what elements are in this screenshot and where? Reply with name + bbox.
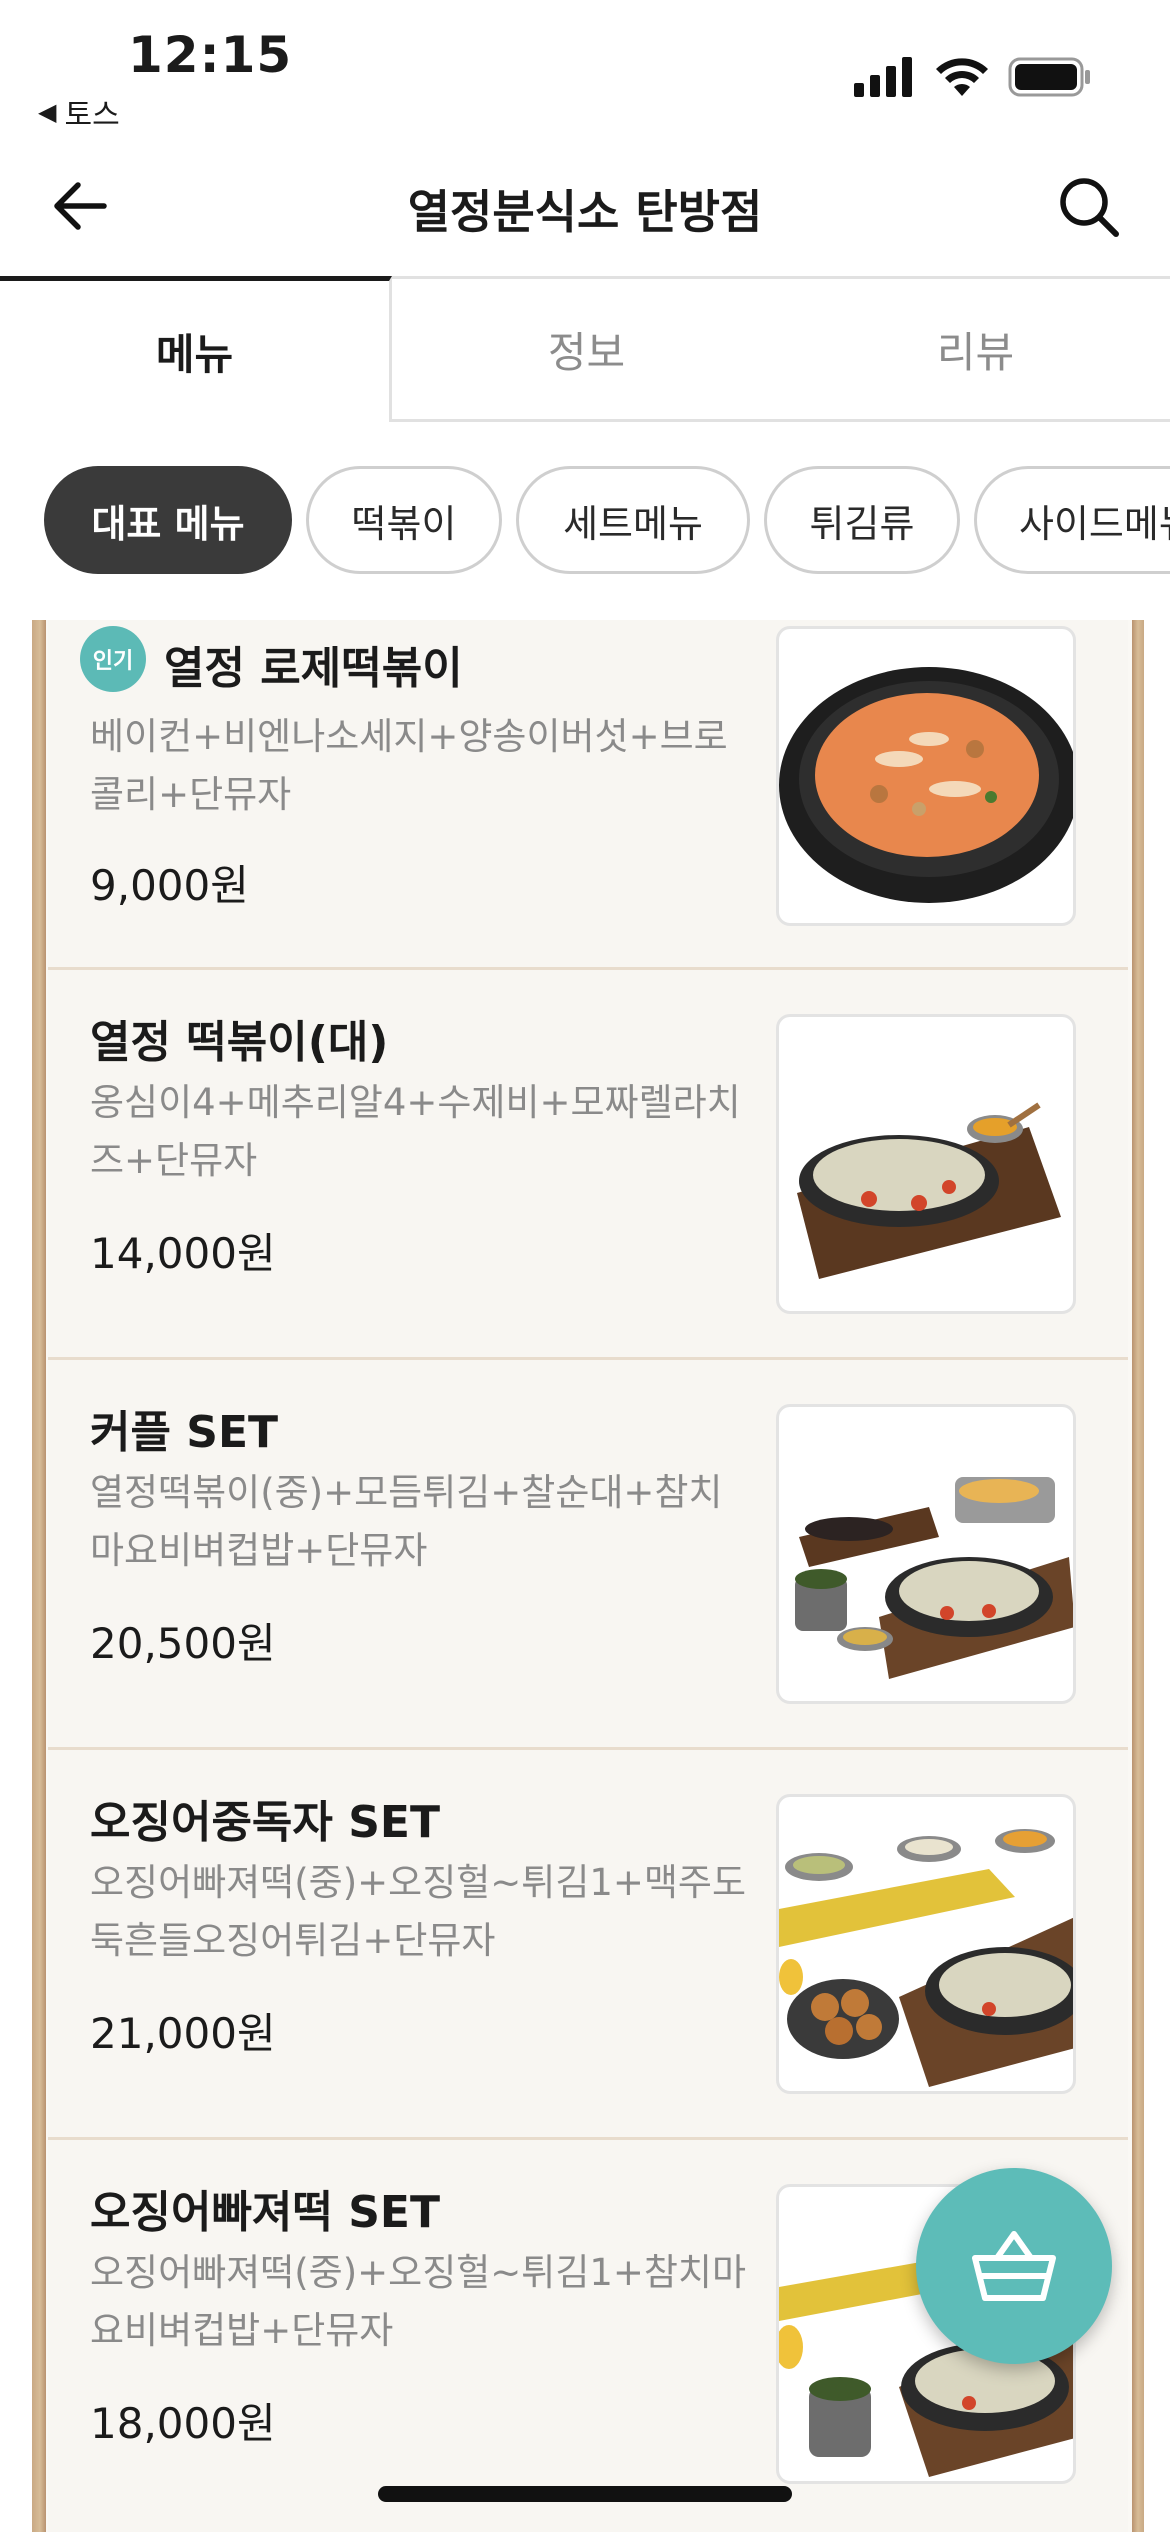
wifi-icon [936, 58, 988, 96]
chip-signature[interactable]: 대표 메뉴 [44, 466, 292, 574]
item-price: 21,000원 [90, 2009, 276, 2058]
item-description-line: 베이컨+비엔나소세지+양송이버섯+브로 [90, 715, 728, 758]
item-photo [776, 1794, 1076, 2094]
popular-badge: 인기 [80, 626, 146, 692]
item-description-line: 즈+단뮤자 [90, 1139, 258, 1182]
back-to-app-link[interactable]: ◀ 토스 [38, 90, 120, 134]
item-price: 18,000원 [90, 2399, 276, 2448]
rose-tteokbokki-photo [779, 667, 1073, 903]
home-indicator[interactable] [378, 2486, 792, 2502]
item-photo [776, 626, 1076, 926]
item-name: 열정 떡볶이(대) [90, 1017, 389, 1068]
item-description: 오징어빠져떡(중)+오징헐~튀김1+참치마 요비벼컵밥+단뮤자 [90, 2244, 780, 2360]
page-title: 열정분식소 탄방점 [407, 185, 763, 239]
item-description-line: 옹심이4+메추리알4+수제비+모짜렐라치 [90, 1081, 741, 1124]
navigation-bar: 열정분식소 탄방점 [0, 140, 1170, 276]
chip-set-menu[interactable]: 세트메뉴 [516, 466, 750, 574]
menu-item[interactable]: 커플 SET 열정떡볶이(중)+모듬튀김+찰순대+참치 마요비벼컵밥+단뮤자 2… [48, 1360, 1128, 1750]
item-description-line: 마요비벼컵밥+단뮤자 [90, 1529, 428, 1572]
item-name: 커플 SET [90, 1407, 279, 1458]
chip-fried[interactable]: 튀김류 [764, 466, 960, 574]
item-description: 오징어빠져떡(중)+오징헐~튀김1+맥주도 둑흔들오징어튀김+단뮤자 [90, 1854, 780, 1970]
status-icons [854, 56, 1092, 98]
item-description-line: 둑흔들오징어튀김+단뮤자 [90, 1919, 496, 1962]
item-description-line: 열정떡볶이(중)+모듬튀김+찰순대+참치 [90, 1471, 723, 1514]
category-chips: 대표 메뉴 떡볶이 세트메뉴 튀김류 사이드메뉴 [44, 466, 1170, 574]
menu-item[interactable]: 오징어중독자 SET 오징어빠져떡(중)+오징헐~튀김1+맥주도 둑흔들오징어튀… [48, 1750, 1128, 2140]
item-name: 오징어빠져떡 SET [90, 2187, 440, 2238]
app-screen: 12:15 ◀ 토스 열정분식소 탄방점 메뉴 정보 리뷰 대표 메뉴 떡볶이 … [0, 0, 1170, 2532]
battery-icon [1008, 57, 1090, 97]
item-description: 옹심이4+메추리알4+수제비+모짜렐라치 즈+단뮤자 [90, 1074, 780, 1190]
tab-info[interactable]: 정보 [392, 276, 781, 422]
menu-item[interactable]: 열정 떡볶이(대) 옹심이4+메추리알4+수제비+모짜렐라치 즈+단뮤자 14,… [48, 970, 1128, 1360]
item-description-line: 오징어빠져떡(중)+오징헐~튀김1+참치마 [90, 2251, 747, 2294]
tab-bar: 메뉴 정보 리뷰 [0, 276, 1170, 422]
back-triangle-icon: ◀ [38, 98, 57, 126]
shopping-basket-icon [972, 2231, 1056, 2301]
item-photo [776, 1014, 1076, 1314]
item-description-line: 요비벼컵밥+단뮤자 [90, 2309, 394, 2352]
search-icon[interactable] [1056, 174, 1122, 240]
couple-set-photo [795, 1477, 1073, 1679]
chip-tteokbokki[interactable]: 떡볶이 [306, 466, 502, 574]
item-name: 열정 로제떡볶이 [164, 643, 463, 694]
tab-reviews[interactable]: 리뷰 [781, 276, 1170, 422]
squid-addict-set-photo [779, 1829, 1073, 2087]
item-description-line: 오징어빠져떡(중)+오징헐~튀김1+맥주도 [90, 1861, 747, 1904]
chip-side-menu[interactable]: 사이드메뉴 [974, 466, 1170, 574]
status-time: 12:15 [128, 26, 293, 84]
item-photo [776, 1404, 1076, 1704]
item-description: 열정떡볶이(중)+모듬튀김+찰순대+참치 마요비벼컵밥+단뮤자 [90, 1464, 780, 1580]
item-price: 14,000원 [90, 1229, 276, 1278]
tteokbokki-large-photo [797, 1102, 1061, 1279]
item-price: 9,000원 [90, 861, 249, 910]
cart-button[interactable] [916, 2168, 1112, 2364]
item-description-line: 콜리+단뮤자 [90, 773, 292, 816]
status-bar: 12:15 ◀ 토스 [0, 0, 1170, 140]
tab-menu[interactable]: 메뉴 [0, 276, 392, 422]
item-description: 베이컨+비엔나소세지+양송이버섯+브로 콜리+단뮤자 [90, 708, 780, 824]
item-price: 20,500원 [90, 1619, 276, 1668]
menu-item[interactable]: 인기 열정 로제떡볶이 베이컨+비엔나소세지+양송이버섯+브로 콜리+단뮤자 9… [48, 620, 1128, 970]
item-name: 오징어중독자 SET [90, 1797, 440, 1848]
back-app-label: 토스 [64, 98, 120, 133]
cellular-signal-icon [854, 57, 912, 97]
